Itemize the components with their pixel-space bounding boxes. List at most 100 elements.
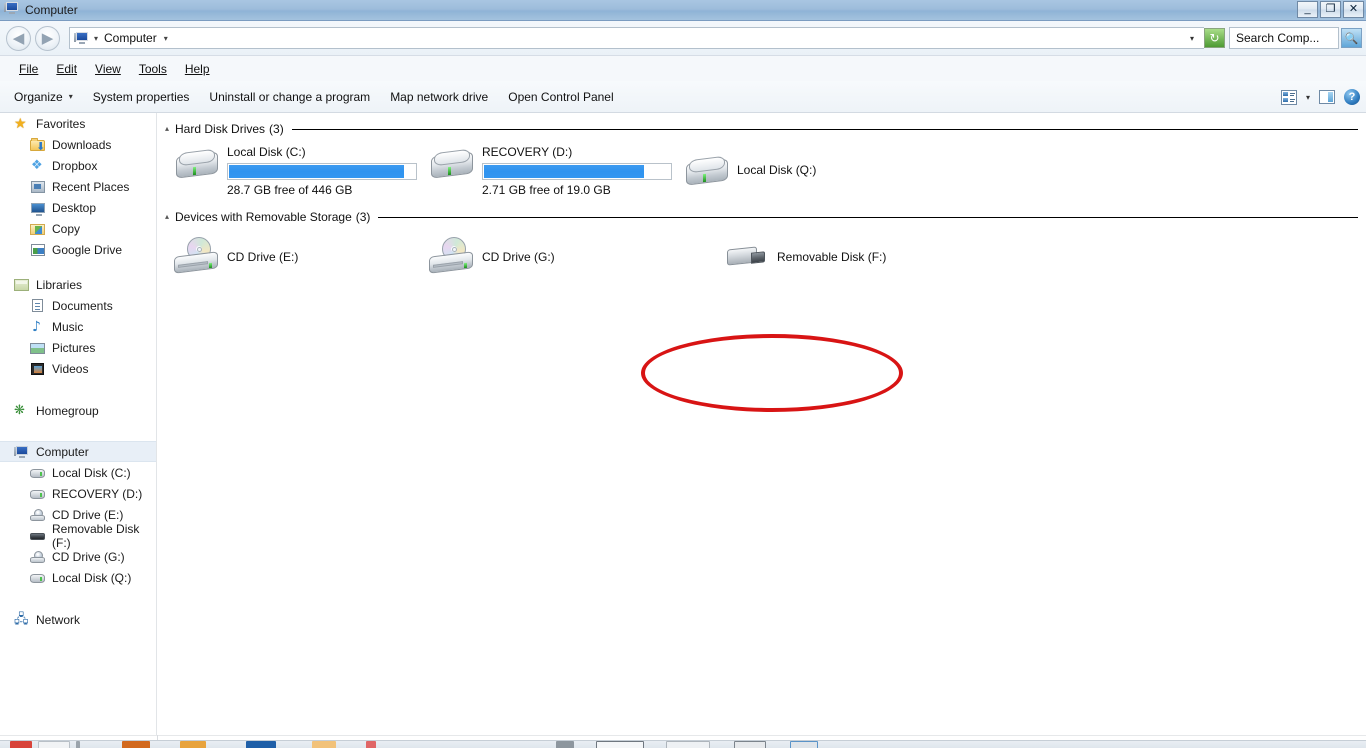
sidebar-item-pictures[interactable]: Pictures [0,337,156,358]
taskbar-icon[interactable] [76,741,80,748]
breadcrumb[interactable]: ▾ Computer ▾ ▾ [69,27,1204,49]
menu-view[interactable]: View [86,60,130,78]
drive-name: Local Disk (C:) [227,145,306,159]
drive-tile-cd-drive-e[interactable]: CD Drive (E:) [173,237,428,277]
preview-pane-icon[interactable] [1319,90,1335,104]
back-button[interactable]: ◀ [6,25,31,51]
sidebar-item-label: Downloads [52,137,112,152]
search-icon[interactable]: 🔍 [1341,28,1362,48]
dropbox-icon: ❖ [31,157,43,173]
sidebar-item-favorites[interactable]: ★ Favorites [0,113,156,134]
taskbar-icon[interactable] [38,741,70,748]
system-properties-button[interactable]: System properties [83,86,200,108]
help-icon[interactable]: ? [1344,89,1360,105]
sidebar-item-desktop[interactable]: Desktop [0,197,156,218]
sidebar-item-local-disk-q[interactable]: Local Disk (Q:) [0,567,156,588]
taskbar-icon[interactable] [246,741,276,748]
group-header-hard-disk-drives[interactable]: ▴ Hard Disk Drives (3) [159,119,1366,139]
google-drive-icon [30,242,46,258]
history-dropdown-icon[interactable]: ▾ [1184,34,1204,43]
menu-file[interactable]: File [10,60,47,78]
change-view-icon[interactable] [1280,89,1297,105]
drive-name: RECOVERY (D:) [482,145,573,159]
sidebar-item-local-disk-c[interactable]: Local Disk (C:) [0,462,156,483]
sidebar-item-videos[interactable]: Videos [0,358,156,379]
menu-help[interactable]: Help [176,60,219,78]
drive-tile-cd-drive-g[interactable]: CD Drive (G:) [428,237,683,277]
chevron-up-icon[interactable]: ▴ [165,125,169,133]
chevron-down-icon[interactable]: ▾ [164,34,168,43]
search-box[interactable] [1229,27,1339,49]
sidebar-item-label: Favorites [36,116,86,131]
drive-tile-recovery-d[interactable]: RECOVERY (D:) 2.71 GB free of 19.0 GB [428,143,683,197]
breadcrumb-item-computer[interactable]: Computer [104,31,157,45]
sidebar-item-documents[interactable]: Documents [0,295,156,316]
address-bar: ◀ ▶ ▾ Computer ▾ ▾ ↻ 🔍 [0,21,1366,56]
taskbar-icon[interactable] [312,741,336,748]
hard-disk-icon [173,143,221,183]
body-area: ★ Favorites ⬇ Downloads ❖ Dropbox Recent… [0,113,1366,735]
taskbar-icon[interactable] [556,741,574,748]
sidebar-item-copy[interactable]: Copy [0,218,156,239]
sidebar-item-label: RECOVERY (D:) [52,486,143,501]
pictures-icon [30,340,46,356]
group-separator [378,216,1358,218]
refresh-button[interactable]: ↻ [1204,28,1225,48]
taskbar-icon[interactable] [180,741,206,748]
drive-name: CD Drive (G:) [482,250,555,264]
sidebar-item-label: Google Drive [52,242,123,257]
taskbar-icon[interactable] [122,741,150,748]
map-network-drive-button[interactable]: Map network drive [380,86,498,108]
cd-drive-icon [30,549,46,565]
forward-button[interactable]: ▶ [35,25,60,51]
chevron-up-icon[interactable]: ▴ [165,213,169,221]
drive-info: RECOVERY (D:) 2.71 GB free of 19.0 GB [482,143,683,197]
hard-disk-icon [30,570,46,586]
sidebar-item-label: Music [52,319,84,334]
sidebar-item-recovery-d[interactable]: RECOVERY (D:) [0,483,156,504]
hard-disk-icon [428,143,476,183]
taskbar-icon[interactable] [790,741,818,748]
close-button[interactable]: ✕ [1343,1,1364,18]
sidebar-item-libraries[interactable]: Libraries [0,274,156,295]
taskbar-icon[interactable] [596,741,644,748]
chevron-down-icon[interactable]: ▾ [1306,93,1310,102]
sidebar-item-label: Libraries [36,277,83,292]
sidebar-item-label: Local Disk (Q:) [52,570,132,585]
sidebar-item-google-drive[interactable]: Google Drive [0,239,156,260]
search-input[interactable] [1234,30,1324,46]
taskbar-icon[interactable] [366,741,376,748]
open-control-panel-button[interactable]: Open Control Panel [498,86,623,108]
sidebar-item-computer[interactable]: Computer [0,441,156,462]
chevron-down-icon[interactable]: ▾ [94,34,98,43]
drive-row: CD Drive (E:) CD Drive (G:) Removable Di… [173,237,1366,277]
taskbar-icon[interactable] [666,741,710,748]
drive-tile-removable-disk-f[interactable]: Removable Disk (F:) [723,237,978,277]
organize-button[interactable]: Organize ▾ [4,86,83,108]
drive-tile-local-disk-c[interactable]: Local Disk (C:) 28.7 GB free of 446 GB [173,143,428,197]
downloads-folder-icon: ⬇ [30,137,46,153]
sidebar-item-dropbox[interactable]: ❖ Dropbox [0,155,156,176]
menu-tools[interactable]: Tools [130,60,176,78]
menu-edit[interactable]: Edit [47,60,86,78]
maximize-button[interactable]: ❐ [1320,1,1341,18]
sidebar-item-downloads[interactable]: ⬇ Downloads [0,134,156,155]
sidebar-item-recent-places[interactable]: Recent Places [0,176,156,197]
drive-name: CD Drive (E:) [227,250,299,264]
sidebar-item-removable-disk-f[interactable]: Removable Disk (F:) [0,522,156,550]
drive-name: Local Disk (Q:) [737,163,817,177]
minimize-button[interactable]: _ [1297,1,1318,18]
sidebar-item-music[interactable]: ♪ Music [0,316,156,337]
group-label: Hard Disk Drives [175,122,266,136]
sidebar-item-network[interactable]: 🖧 Network [0,609,156,630]
taskbar-icon[interactable] [10,741,32,748]
taskbar-icon[interactable] [734,741,766,748]
group-header-removable-storage[interactable]: ▴ Devices with Removable Storage (3) [159,207,1366,227]
drive-tile-local-disk-q[interactable]: Local Disk (Q:) [683,143,938,197]
sidebar-item-label: Homegroup [36,403,99,418]
hard-disk-icon [683,150,731,190]
uninstall-program-button[interactable]: Uninstall or change a program [199,86,380,108]
sidebar-item-homegroup[interactable]: ❋ Homegroup [0,400,156,421]
music-icon: ♪ [32,318,41,335]
computer-icon [14,444,30,460]
